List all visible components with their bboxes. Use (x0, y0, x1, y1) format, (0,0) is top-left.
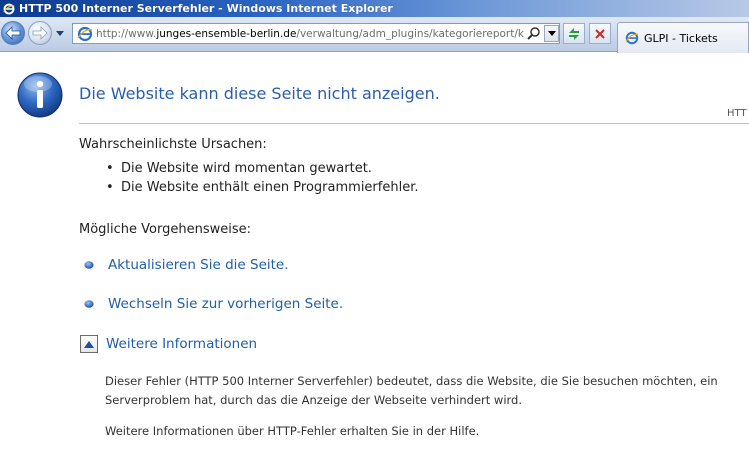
error-detail-text: Dieser Fehler (HTTP 500 Interner Serverf… (105, 374, 718, 407)
causes-title: Wahrscheinlichste Ursachen: (79, 137, 267, 152)
cause-text: Die Website wird momentan gewartet. (121, 161, 372, 176)
actions-title: Mögliche Vorgehensweise: (79, 222, 252, 237)
page-icon (77, 26, 93, 41)
internet-explorer-icon (3, 3, 15, 14)
recent-pages-dropdown[interactable] (55, 28, 65, 38)
more-info-link[interactable]: Weitere Informationen (106, 336, 257, 352)
list-item: • Die Website enthält einen Programmierfe… (106, 178, 418, 197)
window-title: HTTP 500 Interner Serverfehler - Windows… (19, 2, 393, 15)
tab-label: GLPI - Tickets (644, 31, 718, 45)
refresh-page-action[interactable]: Aktualisieren Sie die Seite. (84, 257, 289, 273)
refresh-page-link[interactable]: Aktualisieren Sie die Seite. (108, 257, 289, 273)
back-arrow-icon (5, 26, 21, 40)
error-page: Die Website kann diese Seite nicht anzei… (0, 53, 749, 462)
bullet-icon: • (106, 161, 114, 176)
tab-glpi-tickets[interactable]: GLPI - Tickets (617, 22, 749, 53)
stop-button[interactable] (589, 23, 611, 44)
url-host: junges-ensemble-berlin.de (156, 27, 297, 40)
more-info-toggle[interactable]: Weitere Informationen (80, 335, 257, 353)
causes-list: • Die Website wird momentan gewartet. • Di… (106, 159, 418, 197)
cause-text: Die Website enthält einen Programmierfeh… (121, 180, 419, 195)
forward-arrow-icon (32, 26, 48, 40)
refresh-icon (569, 27, 579, 40)
chevron-down-icon (56, 30, 64, 36)
blue-bullet-icon (84, 261, 94, 269)
url-prefix: http://www. (96, 27, 157, 40)
info-icon (17, 72, 63, 118)
back-button[interactable] (1, 21, 25, 45)
collapse-button[interactable] (80, 335, 98, 353)
close-icon (595, 28, 605, 39)
previous-page-action[interactable]: Wechseln Sie zur vorherigen Seite. (84, 296, 343, 312)
bullet-icon: • (106, 180, 114, 195)
internet-explorer-icon (625, 31, 639, 45)
previous-page-link[interactable]: Wechseln Sie zur vorherigen Seite. (108, 296, 343, 312)
address-dropdown-button[interactable] (544, 25, 559, 42)
error-code-label: HTT (727, 108, 747, 119)
blue-bullet-icon (84, 300, 94, 308)
search-icon[interactable] (526, 26, 542, 42)
refresh-button[interactable] (563, 23, 585, 44)
divider (79, 123, 749, 124)
address-bar[interactable]: http://www.junges-ensemble-berlin.de/ver… (72, 23, 560, 44)
url-path: /verwaltung/adm_plugins/kategoriereport/… (296, 27, 524, 40)
list-item: • Die Website wird momentan gewartet. (106, 159, 418, 178)
chevron-down-icon (547, 31, 556, 36)
address-url[interactable]: http://www.junges-ensemble-berlin.de/ver… (96, 28, 524, 40)
forward-button[interactable] (28, 21, 52, 45)
window-titlebar[interactable]: HTTP 500 Interner Serverfehler - Windows… (0, 0, 749, 17)
browser-toolbar: http://www.junges-ensemble-berlin.de/ver… (0, 17, 749, 53)
page-title: Die Website kann diese Seite nicht anzei… (79, 84, 440, 103)
chevron-up-icon (84, 340, 94, 348)
help-text: Weitere Informationen über HTTP-Fehler e… (105, 424, 480, 438)
